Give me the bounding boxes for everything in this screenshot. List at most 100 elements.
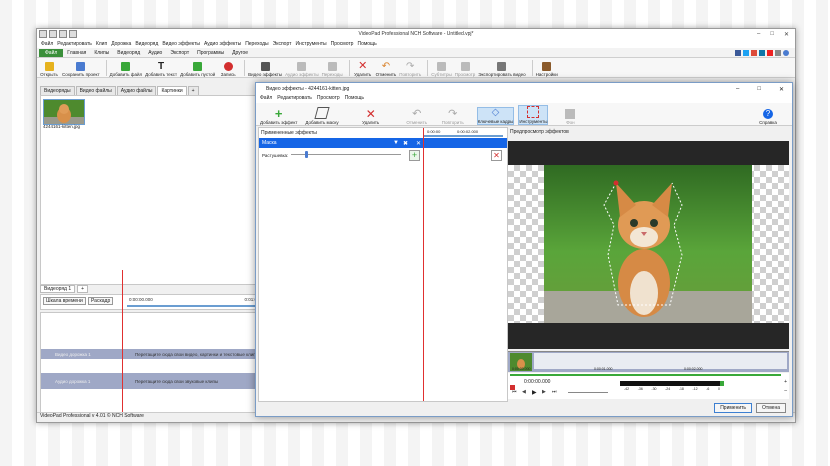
move-down-icon[interactable]: ✖ (403, 140, 408, 147)
video-track-1[interactable]: Видео дорожка 1 Перетащите сюда свои вид… (41, 349, 259, 359)
dialog-maximize-button[interactable]: □ (757, 86, 761, 93)
dialog-close-button[interactable]: ✕ (779, 86, 784, 93)
help-icon[interactable] (783, 49, 789, 56)
google-icon[interactable] (751, 49, 757, 56)
dialog-undo-button[interactable]: ↶ Отменить (403, 109, 431, 126)
cancel-button[interactable]: Отмена (756, 403, 786, 413)
dialog-menu-edit[interactable]: Редактировать (277, 95, 312, 103)
open-button[interactable]: Открыть (39, 62, 59, 77)
dialog-redo-button[interactable]: ↷ Повторить (439, 109, 467, 126)
audio-track-1[interactable]: Аудио дорожка 1 Перетащите сюда свои зву… (41, 373, 259, 389)
tab-other[interactable]: Другое (228, 50, 252, 56)
add-file-button[interactable]: Добавить файл (110, 62, 142, 77)
tab-file[interactable]: Файл (39, 48, 64, 57)
tab-sequence[interactable]: Видеоряд (113, 50, 144, 56)
menu-edit[interactable]: Редактировать (57, 41, 92, 47)
preview-button[interactable]: Просмотр (455, 62, 475, 77)
current-time: 0:00:00.000 (524, 379, 551, 385)
feather-slider-thumb[interactable] (305, 151, 308, 158)
ruler-start: 0:00:00.000 (129, 297, 153, 302)
subtitles-button[interactable]: Субтитры (431, 62, 452, 77)
help-button[interactable]: ? Справка (754, 109, 782, 125)
tab-clips[interactable]: Клипы (90, 50, 113, 56)
preview-timeline-strip[interactable] (508, 351, 789, 372)
add-blank-button[interactable]: Добавить пустой (180, 62, 215, 77)
menu-export[interactable]: Экспорт (273, 41, 292, 47)
transitions-button[interactable]: Переходы (322, 62, 343, 77)
menu-view[interactable]: Просмотр (331, 41, 354, 47)
prev-frame-icon[interactable]: ◀ (522, 389, 526, 395)
menu-audio-effects[interactable]: Аудио эффекты (204, 41, 241, 47)
dialog-toolbar: + Добавить эффект Добавить маску ✕ Удалить… (256, 103, 792, 126)
dialog-menu-help[interactable]: Помощь (345, 95, 364, 103)
tab-add-sequence[interactable]: + (77, 285, 89, 293)
menu-file[interactable]: Файл (41, 41, 53, 47)
redo-button[interactable]: ↷ Повторить (399, 62, 421, 78)
add-effect-button[interactable]: + Добавить эффект (260, 107, 298, 125)
dialog-menu-view[interactable]: Просмотр (317, 95, 340, 103)
audio-effects-button[interactable]: Аудио эффекты (285, 62, 319, 77)
speed-slider[interactable] (568, 392, 608, 393)
undo-button[interactable]: ↶ Отменить (376, 62, 397, 78)
video-effects-button[interactable]: Видео эффекты (248, 62, 282, 77)
play-icon[interactable]: ▶ (532, 389, 537, 396)
instruments-button[interactable]: Инструменты (518, 105, 549, 125)
record-button[interactable]: Запись (218, 62, 238, 77)
timeline-playhead[interactable] (122, 270, 123, 420)
keyframes-button[interactable]: ◇ Ключевые кадры (476, 107, 515, 125)
background-label: Фон (566, 120, 575, 125)
keyframes-icon: ◇ (491, 107, 500, 118)
remove-effect-icon[interactable]: ✕ (416, 140, 421, 147)
go-start-icon[interactable]: ⏮ (512, 389, 517, 395)
menu-video-effects[interactable]: Видео эффекты (162, 41, 200, 47)
linkedin-icon[interactable] (759, 49, 765, 56)
dialog-delete-button[interactable]: ✕ Удалить (357, 108, 385, 125)
timeline-view-button[interactable]: Шкала времени (43, 297, 86, 305)
effects-playhead[interactable] (423, 128, 424, 401)
storyboard-button[interactable]: Раскадр (88, 297, 114, 305)
maximize-button[interactable]: □ (770, 31, 774, 38)
tab-audio[interactable]: Аудио (144, 50, 166, 56)
zoom-out-icon[interactable]: – (784, 388, 787, 394)
add-text-button[interactable]: T Добавить текст (145, 62, 177, 78)
tab-programs[interactable]: Программы (193, 50, 228, 56)
menu-tools[interactable]: Инструменты (295, 41, 326, 47)
progress-bar[interactable] (510, 374, 781, 376)
minimize-button[interactable]: – (757, 31, 760, 38)
dialog-menu-file[interactable]: Файл (260, 95, 272, 103)
go-end-icon[interactable]: ⏭ (552, 389, 557, 395)
menu-help[interactable]: Помощь (357, 41, 376, 47)
export-video-button[interactable]: Экспортировать видео (478, 62, 526, 77)
meter-label: -12 (692, 387, 698, 391)
youtube-icon[interactable] (767, 49, 773, 56)
settings-icon[interactable] (775, 49, 781, 56)
menu-clip[interactable]: Клип (96, 41, 107, 47)
remove-keyframe-icon[interactable]: ✕ (491, 150, 502, 161)
collapse-icon[interactable]: ▼ (393, 140, 399, 146)
menu-track[interactable]: Дорожка (111, 41, 131, 47)
tab-export[interactable]: Экспорт (166, 50, 193, 56)
delete-button[interactable]: ✕ Удалить (353, 61, 373, 78)
add-mask-button[interactable]: Добавить маску (305, 107, 339, 125)
mask-icon (314, 107, 330, 119)
menu-transitions[interactable]: Переходы (245, 41, 268, 47)
background-button[interactable]: Фон (556, 109, 584, 125)
add-effect-label: Добавить эффект (260, 120, 298, 125)
apply-button[interactable]: Применить (714, 403, 753, 413)
menu-sequence[interactable]: Видеоряд (135, 41, 158, 47)
settings-button[interactable]: Настройки (536, 62, 558, 77)
add-keyframe-icon[interactable]: + (409, 150, 420, 161)
facebook-icon[interactable] (735, 49, 741, 56)
tab-home[interactable]: Главная (63, 50, 90, 56)
tab-sequence-1[interactable]: Видеоряд 1 (40, 285, 76, 293)
effect-preview[interactable] (508, 141, 789, 349)
close-button[interactable]: ✕ (784, 31, 789, 38)
zoom-in-icon[interactable]: + (784, 379, 787, 385)
save-project-button[interactable]: Сохранить проект (62, 62, 100, 77)
next-frame-icon[interactable]: ▶ (542, 389, 546, 395)
twitter-icon[interactable] (743, 49, 749, 56)
save-project-label: Сохранить проект (62, 72, 100, 77)
mask-effect-row[interactable]: Маска ▼ ✖ ✕ (259, 138, 507, 148)
kitten-thumbnail[interactable] (43, 99, 85, 125)
dialog-minimize-button[interactable]: – (736, 86, 739, 93)
